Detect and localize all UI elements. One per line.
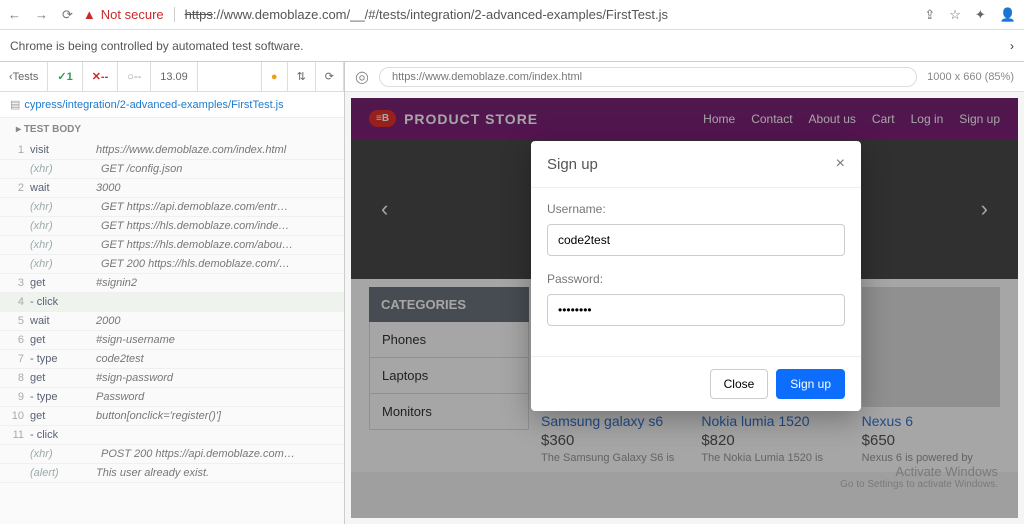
address-bar[interactable]: https://www.demoblaze.com/__/#/tests/int… xyxy=(174,7,668,22)
profile-icon[interactable]: 👤 xyxy=(1000,7,1016,23)
back-icon[interactable]: ← xyxy=(8,7,21,23)
viewport-size: 1000 x 660 (85%) xyxy=(927,71,1014,83)
app-preview: ◎ https://www.demoblaze.com/index.html 1… xyxy=(345,62,1024,524)
sort-icon[interactable]: ⇅ xyxy=(288,62,316,91)
pass-count: ✓ 1 xyxy=(48,62,82,91)
pending-count: ○ -- xyxy=(118,62,151,91)
modal-title: Sign up xyxy=(547,156,598,173)
password-label: Password: xyxy=(547,272,845,286)
security-badge[interactable]: ▲ Not secure xyxy=(83,7,164,22)
browser-toolbar: ← → ⟳ ▲ Not secure https://www.demoblaze… xyxy=(0,0,1024,30)
username-input[interactable] xyxy=(547,224,845,256)
command-row[interactable]: 2wait3000 xyxy=(0,179,344,198)
command-row[interactable]: 4- click xyxy=(0,293,344,312)
signup-button[interactable]: Sign up xyxy=(776,369,845,399)
notice-text: Chrome is being controlled by automated … xyxy=(10,39,303,53)
command-row[interactable]: (alert)This user already exist. xyxy=(0,464,344,483)
command-row[interactable]: 3get#signin2 xyxy=(0,274,344,293)
extensions-icon[interactable]: ✦ xyxy=(975,7,986,23)
command-row[interactable]: (xhr)GET https://hls.demoblaze.com/abou… xyxy=(0,236,344,255)
cypress-toolbar: ‹ Tests ✓ 1 ✕ -- ○ -- 13.09 ● ⇅ ⟳ xyxy=(0,62,344,92)
forward-icon[interactable]: → xyxy=(35,7,48,23)
spec-path[interactable]: ▤ cypress/integration/2-advanced-example… xyxy=(0,92,344,118)
command-row[interactable]: (xhr)GET /config.json xyxy=(0,160,344,179)
star-icon[interactable]: ☆ xyxy=(949,7,961,23)
file-icon: ▤ xyxy=(10,98,20,111)
command-row[interactable]: 10getbutton[onclick='register()'] xyxy=(0,407,344,426)
rerun-icon[interactable]: ⟳ xyxy=(316,62,344,91)
command-row[interactable]: 1visithttps://www.demoblaze.com/index.ht… xyxy=(0,141,344,160)
chevron-right-icon[interactable]: › xyxy=(1010,39,1014,53)
close-icon[interactable]: × xyxy=(836,155,845,173)
warning-icon: ▲ xyxy=(83,7,96,22)
command-row[interactable]: 9- typePassword xyxy=(0,388,344,407)
signup-modal: Sign up × Username: Password: Close Sign… xyxy=(531,141,861,411)
duration: 13.09 xyxy=(151,62,198,91)
app-frame: ≡B PRODUCT STORE HomeContactAbout usCart… xyxy=(351,98,1018,518)
nav-arrows[interactable]: ← → ⟳ xyxy=(8,7,73,23)
password-input[interactable] xyxy=(547,294,845,326)
command-row[interactable]: (xhr)POST 200 https://api.demoblaze.com… xyxy=(0,445,344,464)
share-icon[interactable]: ⇪ xyxy=(924,7,935,23)
close-button[interactable]: Close xyxy=(710,369,769,399)
not-secure-label: Not secure xyxy=(101,7,164,22)
cypress-panel: ‹ Tests ✓ 1 ✕ -- ○ -- 13.09 ● ⇅ ⟳ ▤ cypr… xyxy=(0,62,345,524)
command-row[interactable]: 5wait2000 xyxy=(0,312,344,331)
command-row[interactable]: 6get#sign-username xyxy=(0,331,344,350)
command-row[interactable]: (xhr)GET 200 https://hls.demoblaze.com/… xyxy=(0,255,344,274)
back-to-tests[interactable]: ‹ Tests xyxy=(0,62,48,91)
command-row[interactable]: (xhr)GET https://api.demoblaze.com/entr… xyxy=(0,198,344,217)
target-icon[interactable]: ◎ xyxy=(355,67,369,87)
reload-icon[interactable]: ⟳ xyxy=(62,7,73,23)
url-path: ://www.demoblaze.com/__/#/tests/integrat… xyxy=(213,7,668,22)
command-row[interactable]: 8get#sign-password xyxy=(0,369,344,388)
command-row[interactable]: 7- typecode2test xyxy=(0,350,344,369)
command-row[interactable]: 11- click xyxy=(0,426,344,445)
url-protocol: https xyxy=(185,7,213,22)
username-label: Username: xyxy=(547,202,845,216)
command-row[interactable]: (xhr)GET https://hls.demoblaze.com/inde… xyxy=(0,217,344,236)
test-body-label: ▸ TEST BODY xyxy=(0,118,344,141)
automation-notice: Chrome is being controlled by automated … xyxy=(0,30,1024,62)
app-url[interactable]: https://www.demoblaze.com/index.html xyxy=(379,67,917,87)
fail-count: ✕ -- xyxy=(83,62,119,91)
status-dot: ● xyxy=(261,62,288,91)
